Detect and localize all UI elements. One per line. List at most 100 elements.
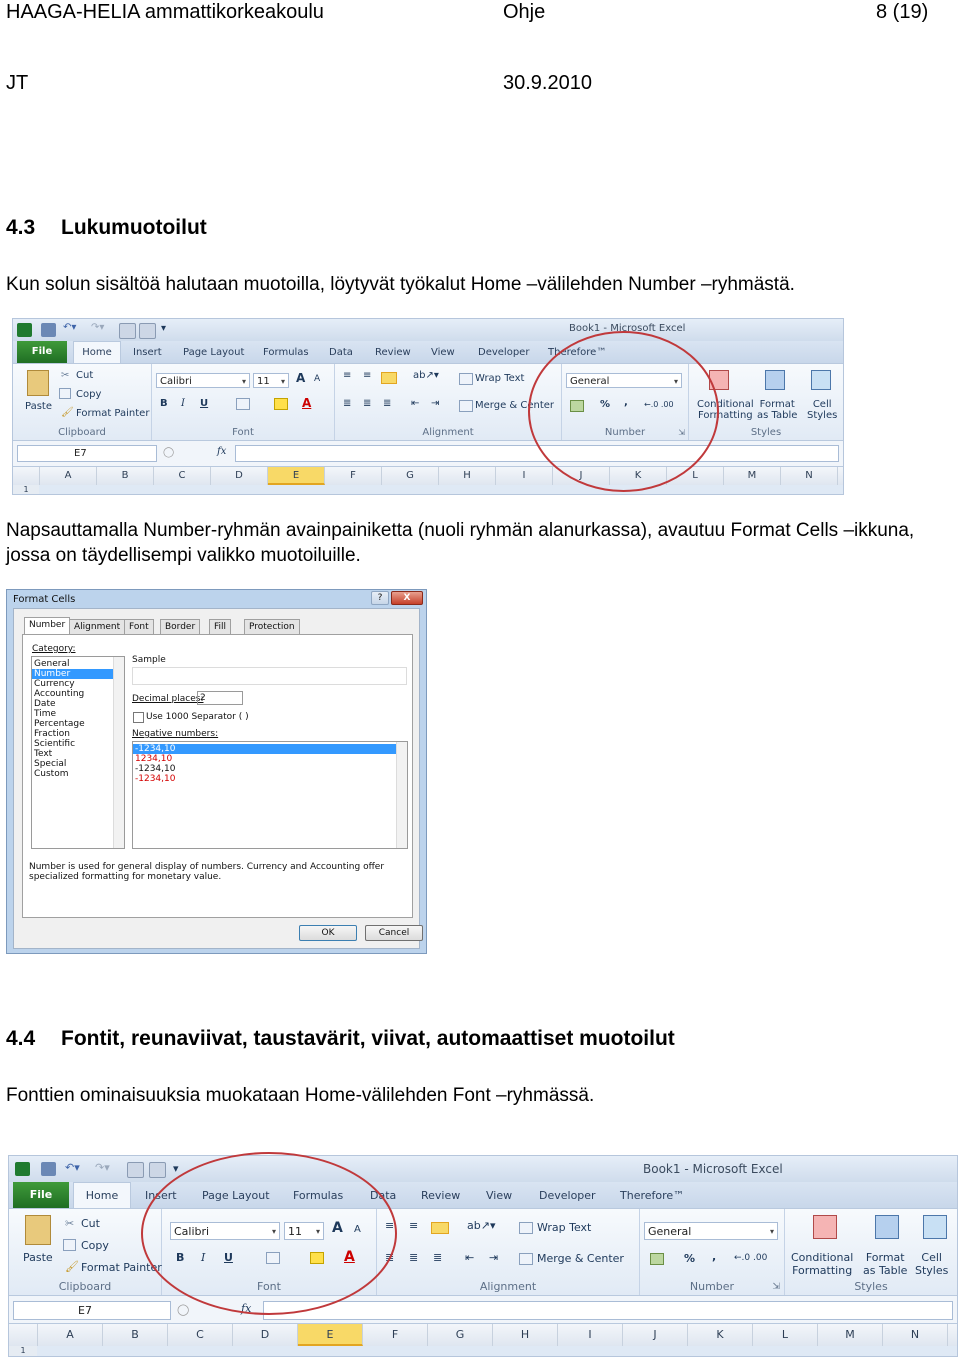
select-all-corner[interactable] — [13, 467, 40, 485]
align-bottom-icon[interactable] — [381, 372, 397, 384]
tab-home[interactable]: Home — [73, 1182, 131, 1209]
select-all-corner[interactable] — [9, 1324, 38, 1346]
tab-font[interactable]: Font — [124, 619, 154, 634]
tab-data[interactable]: Data — [329, 347, 353, 358]
tab-number[interactable]: Number — [24, 617, 71, 635]
tab-file[interactable]: File — [13, 1182, 69, 1208]
row-header[interactable]: 1 — [9, 1346, 37, 1356]
list-item[interactable]: Date — [32, 699, 124, 709]
column-header[interactable]: C — [168, 1324, 233, 1346]
align-bottom-icon[interactable] — [431, 1222, 449, 1234]
save-icon[interactable] — [41, 323, 56, 337]
redo-icon[interactable]: ↷▾ — [95, 1161, 110, 1174]
list-item[interactable]: Currency — [32, 679, 124, 689]
format-as-table-button[interactable]: Format as Table — [757, 399, 797, 421]
font-size-combo[interactable]: 11 — [253, 373, 289, 389]
column-header[interactable]: F — [363, 1324, 428, 1346]
underline-button[interactable]: U — [200, 398, 208, 409]
column-header[interactable]: I — [558, 1324, 623, 1346]
paste-button[interactable]: Paste — [23, 1251, 53, 1264]
list-item[interactable]: Special — [32, 759, 124, 769]
fill-color-icon[interactable] — [274, 398, 288, 410]
conditional-formatting-button[interactable]: Conditional Formatting — [791, 1251, 853, 1277]
list-item[interactable]: Time — [32, 709, 124, 719]
increase-indent-icon[interactable]: ⇥ — [431, 398, 439, 409]
align-middle-icon[interactable]: ≡ — [409, 1219, 418, 1232]
column-header[interactable]: H — [439, 467, 496, 485]
list-item[interactable]: -1234,10 — [133, 764, 407, 774]
formula-bar-expand-icon[interactable]: ◯ — [177, 1303, 189, 1316]
column-header[interactable]: N — [781, 467, 838, 485]
list-item[interactable]: Custom — [32, 769, 124, 779]
increase-indent-icon[interactable]: ⇥ — [489, 1251, 498, 1264]
column-header[interactable]: K — [688, 1324, 753, 1346]
tab-protection[interactable]: Protection — [244, 619, 300, 634]
tab-review[interactable]: Review — [375, 347, 411, 358]
orientation-icon[interactable]: ab↗▾ — [413, 370, 439, 381]
align-top-icon[interactable]: ≡ — [343, 370, 351, 381]
cell-styles-button[interactable]: Cell Styles — [807, 399, 837, 421]
format-painter-button[interactable]: Format Painter — [76, 408, 149, 419]
separator-checkbox[interactable] — [133, 712, 144, 723]
column-header[interactable]: J — [623, 1324, 688, 1346]
italic-button[interactable]: I — [181, 398, 185, 409]
tab-alignment[interactable]: Alignment — [69, 619, 126, 634]
decimal-places-spinner[interactable]: 2 — [197, 691, 243, 705]
tab-fill[interactable]: Fill — [209, 619, 232, 634]
formula-bar-expand-icon[interactable]: ◯ — [163, 447, 174, 458]
customize-toolbar-icon[interactable]: ▾ — [173, 1162, 179, 1175]
tab-home[interactable]: Home — [73, 341, 121, 364]
ok-button[interactable]: OK — [299, 925, 357, 941]
column-header[interactable]: A — [40, 467, 97, 485]
tab-developer[interactable]: Developer — [539, 1189, 596, 1202]
tab-file[interactable]: File — [17, 341, 67, 363]
column-header[interactable]: G — [428, 1324, 493, 1346]
copy-button[interactable]: Copy — [81, 1239, 109, 1252]
column-header-selected[interactable]: E — [298, 1324, 363, 1346]
column-header[interactable]: A — [38, 1324, 103, 1346]
category-scrollbar[interactable] — [113, 657, 124, 848]
print-icon[interactable] — [139, 323, 156, 339]
formula-input[interactable] — [235, 445, 839, 462]
list-item-selected[interactable]: Number — [32, 669, 124, 679]
merge-center-button[interactable]: Merge & Center — [537, 1252, 624, 1265]
formula-input[interactable] — [263, 1301, 953, 1320]
align-center-icon[interactable]: ≣ — [409, 1251, 418, 1264]
name-box[interactable]: E7 — [17, 445, 157, 462]
align-left-icon[interactable]: ≣ — [343, 398, 351, 409]
redo-icon[interactable]: ↷▾ — [91, 322, 104, 333]
wrap-text-button[interactable]: Wrap Text — [475, 373, 524, 384]
tab-insert[interactable]: Insert — [133, 347, 162, 358]
list-item[interactable]: General — [32, 659, 124, 669]
row-header[interactable]: 1 — [13, 485, 39, 494]
column-header[interactable]: C — [154, 467, 211, 485]
column-header[interactable]: M — [724, 467, 781, 485]
cancel-button[interactable]: Cancel — [365, 925, 423, 941]
column-header[interactable]: G — [382, 467, 439, 485]
decrease-indent-icon[interactable]: ⇤ — [465, 1251, 474, 1264]
tab-view[interactable]: View — [431, 347, 455, 358]
shrink-font-button[interactable]: A — [314, 374, 320, 384]
currency-icon[interactable] — [650, 1253, 664, 1265]
wrap-text-button[interactable]: Wrap Text — [537, 1221, 591, 1234]
align-center-icon[interactable]: ≣ — [363, 398, 371, 409]
bold-button[interactable]: B — [160, 398, 168, 409]
undo-icon[interactable]: ↶▾ — [65, 1161, 80, 1174]
number-dialog-launcher-icon[interactable]: ⇲ — [772, 1282, 780, 1292]
column-header[interactable]: B — [97, 467, 154, 485]
font-name-combo[interactable]: Calibri — [156, 373, 250, 389]
print-preview-icon[interactable] — [127, 1162, 144, 1178]
align-right-icon[interactable]: ≣ — [383, 398, 391, 409]
help-button[interactable]: ? — [371, 591, 389, 605]
column-header[interactable]: M — [818, 1324, 883, 1346]
close-button[interactable]: X — [391, 591, 423, 605]
format-as-table-button[interactable]: Format as Table — [863, 1251, 907, 1277]
list-item[interactable]: Fraction — [32, 729, 124, 739]
cut-button[interactable]: Cut — [76, 370, 93, 381]
list-item[interactable]: Accounting — [32, 689, 124, 699]
list-item[interactable]: Percentage — [32, 719, 124, 729]
column-header[interactable]: D — [233, 1324, 298, 1346]
list-item[interactable]: Text — [32, 749, 124, 759]
percent-button[interactable]: % — [684, 1252, 695, 1265]
align-right-icon[interactable]: ≣ — [433, 1251, 442, 1264]
